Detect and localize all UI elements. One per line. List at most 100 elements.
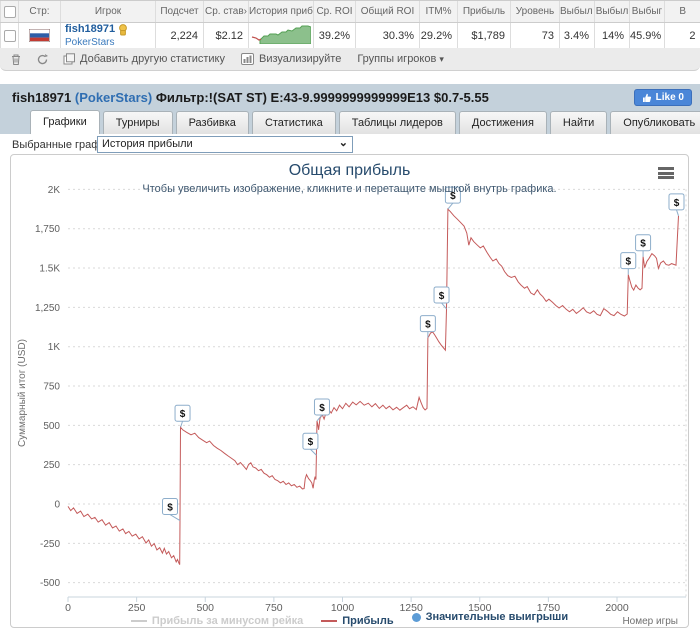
y-tick-label: 0 (54, 500, 60, 511)
tab-4[interactable]: Статистика (252, 111, 336, 134)
graph-type-select-value: История прибыли (102, 138, 193, 150)
country-flag-cell (19, 23, 61, 49)
profit-chart[interactable]: 2K1,7501.5K1,2501K7505002500-250-5000250… (10, 154, 689, 628)
count-cell: 2,224 (156, 23, 204, 49)
table-header-row: Стр:ИгрокПодсчетСр. став›История приб›Ср… (1, 1, 700, 23)
site-link[interactable]: PokerStars (65, 37, 114, 48)
like-button[interactable]: Like 0 (634, 89, 692, 106)
legend-line-icon (321, 620, 337, 622)
profit-cell: $1,789 (458, 23, 511, 49)
flag-dollar-label: $ (674, 198, 680, 209)
table-header-cell: ITM% (420, 1, 458, 23)
tab-bar: ГрафикиТурнирыРазбивкаСтатистикаТаблицы … (30, 110, 700, 134)
itm-cell: 29.2% (420, 23, 458, 49)
page-title-site[interactable]: (PokerStars) (75, 90, 152, 105)
flag-dollar-label: $ (425, 320, 431, 331)
header-checkbox[interactable] (4, 6, 16, 18)
table-header-cell: Подсчет (156, 1, 204, 23)
legend-label: Прибыль за минусом рейка (152, 615, 303, 627)
player-stats-table: Стр:ИгрокПодсчетСр. став›История приб›Ср… (0, 0, 700, 49)
mid-cell: 14% (595, 23, 630, 49)
graph-type-select[interactable]: История прибыли ⌄ (97, 136, 353, 153)
flag-dollar-label: $ (439, 291, 445, 302)
chart-title: Общая прибыль (11, 162, 688, 180)
table-header-cell: Прибыль (458, 1, 511, 23)
table-header-cell: Ср. ROI (314, 1, 356, 23)
graph-selector-row: Выбранные графики: История прибыли ⌄ (0, 136, 700, 154)
y-tick-label: 1,750 (35, 224, 60, 235)
y-tick-label: -250 (40, 539, 60, 550)
profit-history-cell[interactable] (249, 23, 314, 49)
extra-cell: 2 (665, 23, 700, 49)
tab-2[interactable]: Турниры (103, 111, 173, 134)
chart-menu-icon[interactable] (658, 167, 674, 179)
y-tick-label: 500 (43, 421, 60, 432)
flag-pointer (181, 421, 183, 427)
late-cell: 45.9% (630, 23, 665, 49)
thumbs-up-icon (642, 93, 652, 103)
legend-item[interactable]: Прибыль (321, 615, 393, 627)
legend-item[interactable]: Значительные выигрыши (412, 611, 569, 623)
flag-pointer (442, 303, 447, 309)
flag-pointer (448, 203, 453, 209)
tab-5[interactable]: Таблицы лидеров (339, 111, 456, 134)
x-axis-title: Номер игры (622, 616, 678, 627)
profit-chart-plot[interactable]: 2K1,7501.5K1,2501K7505002500-250-5000250… (11, 155, 688, 627)
toolbar: Добавить другую статистику Визуализируйт… (0, 48, 700, 71)
visualize-button[interactable]: Визуализируйте (259, 53, 341, 65)
table-header-cell: Выбыл (595, 1, 630, 23)
flag-pointer (310, 449, 316, 455)
tab-8[interactable]: Опубликовать (610, 111, 700, 134)
table-header-cell: В (665, 1, 700, 23)
avg-roi-cell: 39.2% (314, 23, 356, 49)
tab-1[interactable]: Графики (30, 110, 100, 134)
table-header-cell: Стр: (19, 1, 61, 23)
chart-legend: Прибыль за минусом рейка Прибыль Значитель… (11, 611, 688, 627)
player-groups-button[interactable]: Группы игроков (357, 53, 436, 65)
flag-pointer (170, 515, 180, 521)
table-header-cell: Игрок (61, 1, 156, 23)
page-title-player: fish18971 (12, 90, 71, 105)
row-checkbox[interactable] (4, 30, 16, 42)
legend-dot-icon (412, 613, 421, 622)
ability-cell: 73 (511, 23, 560, 49)
y-tick-label: 1,250 (35, 303, 60, 314)
legend-item[interactable]: Прибыль за минусом рейка (131, 615, 303, 627)
player-link[interactable]: fish18971 (65, 23, 115, 35)
like-button-label: Like 0 (656, 92, 684, 103)
flag-dollar-label: $ (180, 409, 186, 420)
table-header-cell: Выбыг (630, 1, 665, 23)
page-header: fish18971 (PokerStars) Фильтр:!(SAT ST) … (0, 84, 700, 134)
chevron-down-icon: ▾ (439, 54, 444, 65)
add-statistic-icon[interactable] (63, 53, 75, 65)
table-header-cell: Ср. став› (204, 1, 249, 23)
y-tick-label: 1.5K (39, 264, 60, 275)
refresh-icon[interactable] (36, 53, 49, 66)
y-tick-label: 1K (48, 342, 61, 353)
gold-badge-icon (118, 24, 128, 36)
flag-pointer (676, 210, 678, 216)
table-header-cell: Уровень (511, 1, 560, 23)
y-tick-label: -500 (40, 578, 60, 589)
trash-icon[interactable] (10, 53, 22, 66)
profit-history-sparkline (251, 24, 311, 44)
total-roi-cell: 30.3% (356, 23, 420, 49)
page-title-filter: Фильтр:!(SAT ST) E:43-9.9999999999999E13… (156, 90, 489, 105)
table-header-cell[interactable] (1, 1, 19, 23)
table-row[interactable]: fish18971 PokerStars 2,224 $2.12 39.2% 3… (1, 23, 700, 49)
visualize-icon[interactable] (241, 53, 254, 65)
flag-dollar-label: $ (308, 437, 314, 448)
tab-7[interactable]: Найти (550, 111, 607, 134)
table-header-cell: Общий ROI (356, 1, 420, 23)
flag-dollar-label: $ (640, 239, 646, 250)
y-tick-label: 750 (43, 382, 60, 393)
legend-label: Прибыль (342, 615, 393, 627)
tab-6[interactable]: Достижения (459, 111, 547, 134)
page-title: fish18971 (PokerStars) Фильтр:!(SAT ST) … (12, 90, 489, 105)
avg-stake-cell: $2.12 (204, 23, 249, 49)
y-tick-label: 250 (43, 460, 60, 471)
add-statistic-button[interactable]: Добавить другую статистику (80, 53, 225, 65)
tab-3[interactable]: Разбивка (176, 111, 249, 134)
sharkscope-player-page: { "table": { "headers": ["", "Стр:", "Иг… (0, 0, 700, 629)
flag-dollar-label: $ (167, 503, 173, 514)
